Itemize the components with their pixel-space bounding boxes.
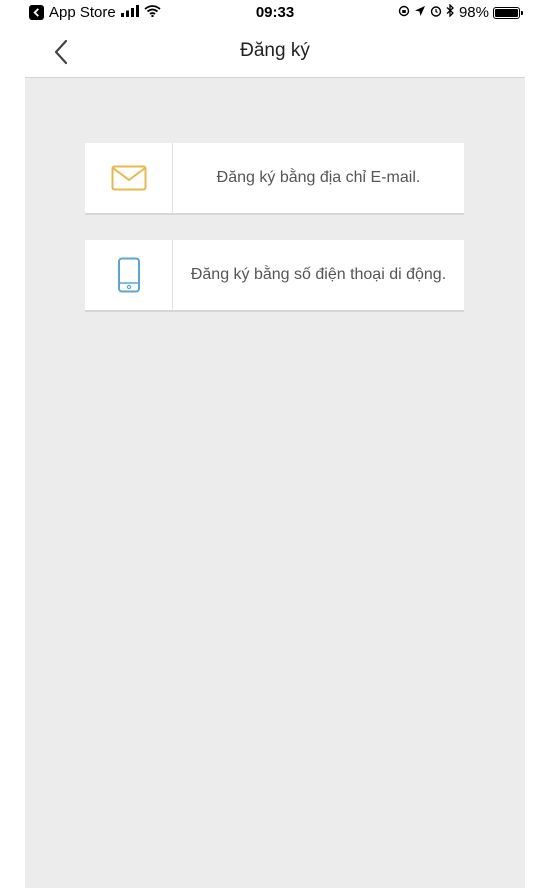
- card-icon-container: [85, 240, 173, 310]
- status-indicators: 98%: [398, 3, 523, 21]
- register-phone-option[interactable]: Đăng ký bằng số điện thoại di động.: [85, 240, 464, 312]
- register-email-label: Đăng ký bằng địa chỉ E-mail.: [216, 169, 421, 186]
- register-phone-label: Đăng ký bằng số điện thoại di động.: [190, 266, 447, 283]
- bluetooth-icon: [446, 3, 455, 21]
- status-bar: App Store 09:33 98%: [0, 0, 550, 26]
- app-screen: App Store 09:33 98% Đăng ký Đăng ký bằng…: [0, 0, 550, 888]
- card-icon-container: [85, 143, 173, 213]
- mobile-phone-icon: [117, 257, 140, 293]
- navigation-bar: Đăng ký: [25, 26, 525, 78]
- content-area: Đăng ký bằng địa chỉ E-mail. Đăng ký bằn…: [25, 78, 525, 888]
- battery-percent: 98%: [458, 4, 489, 21]
- alarm-icon: [430, 4, 442, 21]
- location-icon: [414, 4, 426, 21]
- page-title: Đăng ký: [240, 40, 310, 61]
- mail-icon: [111, 165, 146, 191]
- register-email-option[interactable]: Đăng ký bằng địa chỉ E-mail.: [85, 143, 464, 215]
- battery-icon: [493, 6, 523, 19]
- orientation-lock-icon: [398, 4, 410, 21]
